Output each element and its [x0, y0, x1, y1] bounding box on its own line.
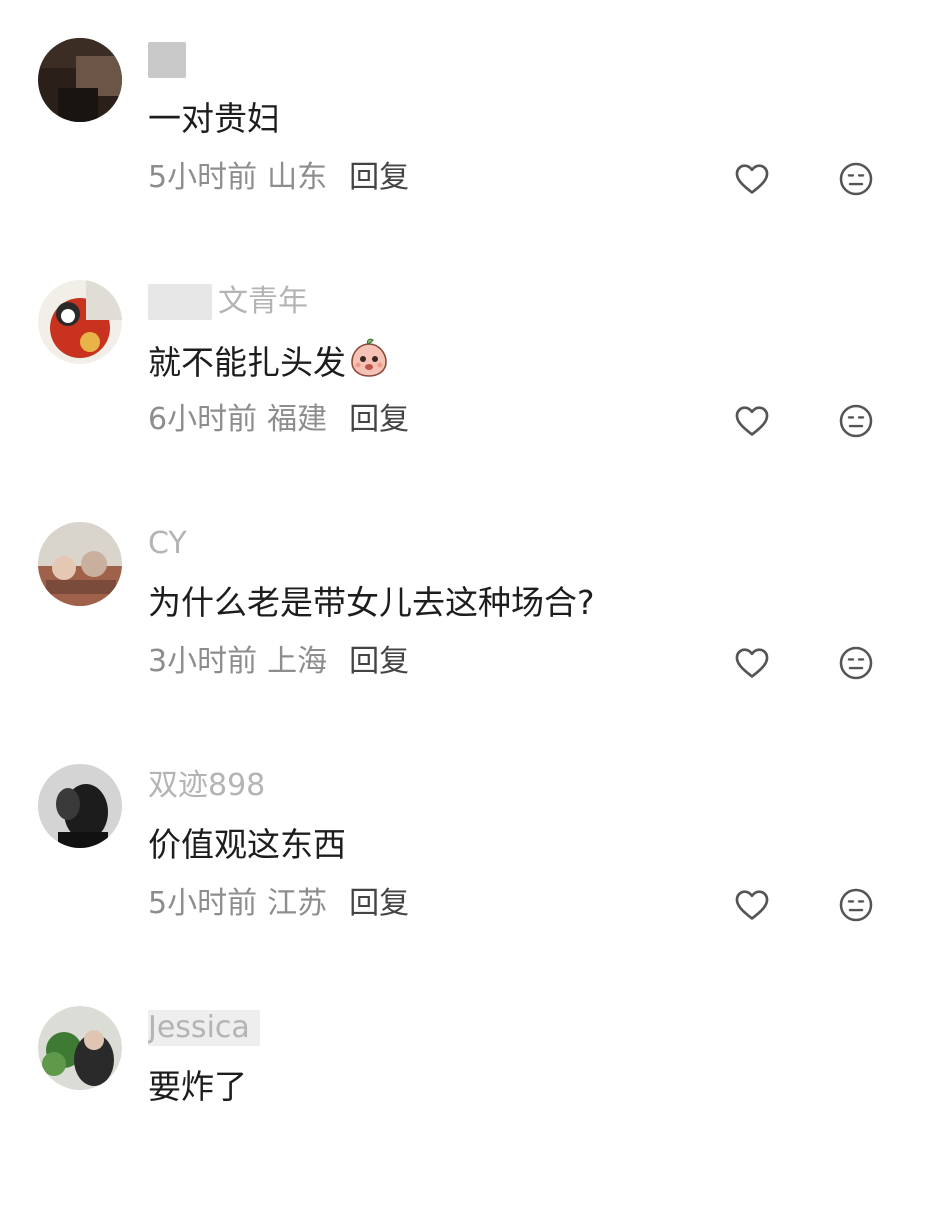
username[interactable]: CY [148, 524, 187, 564]
comment-item: CY 为什么老是带女儿去这种场合? 3小时前 上海 回复 [0, 484, 930, 726]
neutral-face-icon[interactable] [838, 645, 874, 681]
username[interactable]: 双迹898 [148, 766, 265, 806]
avatar[interactable] [38, 522, 122, 606]
comment-location: 上海 [267, 644, 328, 679]
heart-outline-icon[interactable] [733, 160, 771, 198]
neutral-face-icon[interactable] [838, 161, 874, 197]
avatar[interactable] [38, 1006, 122, 1090]
heart-outline-icon[interactable] [733, 886, 771, 924]
avatar[interactable] [38, 280, 122, 364]
comment-text-content: 就不能扎头发 [148, 343, 346, 382]
heart-outline-icon[interactable] [733, 402, 771, 440]
comment-time: 5小时前 [148, 160, 258, 195]
comment-item: Jessica 要炸了 [0, 968, 930, 1210]
reply-button[interactable]: 回复 [349, 644, 409, 679]
username[interactable]: 文青年 [218, 282, 308, 322]
avatar[interactable] [38, 764, 122, 848]
neutral-face-icon[interactable] [838, 887, 874, 923]
reply-button[interactable]: 回复 [349, 402, 409, 437]
comment-item: 双迹898 价值观这东西 5小时前 江苏 回复 [0, 726, 930, 968]
comment-meta: 5小时前 江苏 回复 [148, 884, 409, 924]
comment-meta: 3小时前 上海 回复 [148, 642, 409, 682]
comment-text: 价值观这东西 [148, 825, 346, 864]
comment-meta: 6小时前 福建 回复 [148, 400, 409, 440]
comment-location: 山东 [267, 160, 328, 195]
comment-location: 江苏 [267, 886, 328, 921]
comment-location: 福建 [267, 402, 328, 437]
reply-button[interactable]: 回复 [349, 886, 409, 921]
comment-text: 为什么老是带女儿去这种场合? [148, 583, 595, 622]
comment-text: 一对贵妇 [148, 99, 280, 138]
heart-outline-icon[interactable] [733, 644, 771, 682]
comment-text: 要炸了 [148, 1067, 247, 1106]
comment-item: 文青年 就不能扎头发 6小时前 福建 回复 [0, 242, 930, 484]
peach-sticker-icon [351, 338, 387, 377]
username-blurred [148, 284, 212, 320]
avatar[interactable] [38, 38, 122, 122]
neutral-face-icon[interactable] [838, 403, 874, 439]
comment-time: 5小时前 [148, 886, 258, 921]
username-blurred [148, 42, 186, 78]
comment-time: 3小时前 [148, 644, 258, 679]
username[interactable]: Jessica [148, 1008, 250, 1048]
reply-button[interactable]: 回复 [349, 160, 409, 195]
comment-item: 一对贵妇 5小时前 山东 回复 [0, 0, 930, 242]
comment-meta: 5小时前 山东 回复 [148, 158, 409, 198]
comment-time: 6小时前 [148, 402, 258, 437]
comment-text: 就不能扎头发 [148, 338, 390, 386]
